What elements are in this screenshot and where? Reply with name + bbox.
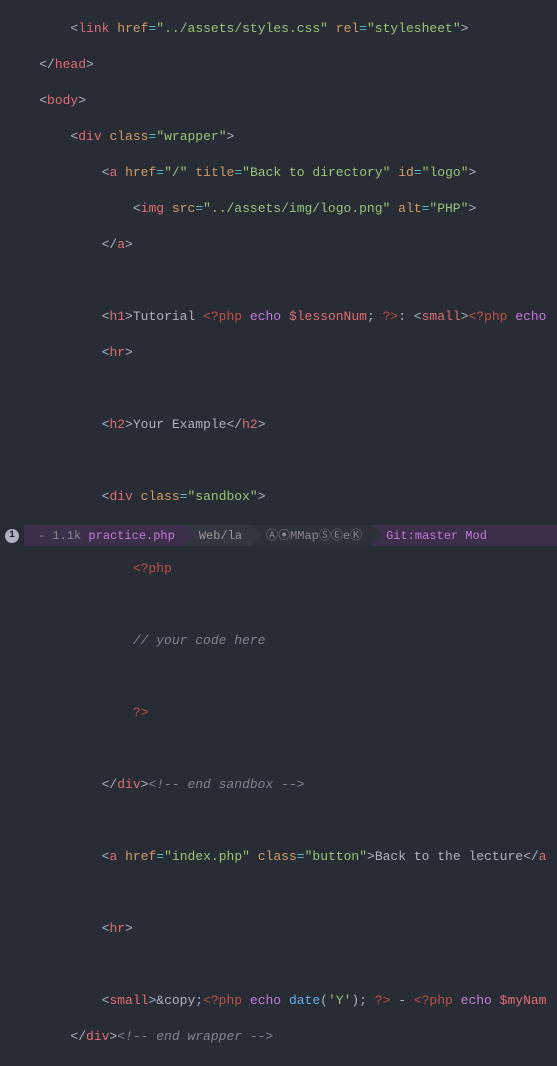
code-line: </div><!-- end sandbox --> [0, 776, 557, 794]
code-line: <img src="../assets/img/logo.png" alt="P… [0, 200, 557, 218]
status-bar: 1 - 1.1k practice.php Web/la Ⓐ⦿MMapⓈⒺeⓀ … [0, 525, 557, 546]
code-line: <body> [0, 92, 557, 110]
code-line: <div class="sandbox"> [0, 488, 557, 506]
code-line: <hr> [0, 920, 557, 938]
code-line [0, 812, 557, 830]
code-line: <a href="index.php" class="button">Back … [0, 848, 557, 866]
code-line: ?> [0, 704, 557, 722]
code-line [0, 452, 557, 470]
git-text: Git:master Mod [386, 527, 487, 545]
code-line: <hr> [0, 344, 557, 362]
code-line: <small>&copy;<?php echo date('Y'); ?> - … [0, 992, 557, 1010]
code-line: <h1>Tutorial <?php echo $lessonNum; ?>: … [0, 308, 557, 326]
code-line: // your code here [0, 632, 557, 650]
file-size: - 1.1k [38, 527, 81, 545]
mode-text: Ⓐ⦿MMapⓈⒺeⓀ [266, 527, 362, 545]
code-line: <?php [0, 560, 557, 578]
code-line: <a href="/" title="Back to directory" id… [0, 164, 557, 182]
code-line [0, 668, 557, 686]
code-line: <h2>Your Example</h2> [0, 416, 557, 434]
status-mode-segment[interactable]: Ⓐ⦿MMapⓈⒺeⓀ [252, 525, 372, 546]
code-line [0, 884, 557, 902]
status-git-segment[interactable]: Git:master Mod [372, 525, 557, 546]
code-line [0, 740, 557, 758]
status-badge[interactable]: 1 [0, 525, 24, 546]
code-line [0, 956, 557, 974]
code-line [0, 596, 557, 614]
status-path-segment[interactable]: Web/la [185, 525, 252, 546]
badge-count: 1 [5, 529, 19, 543]
file-name: practice.php [88, 527, 174, 545]
code-line: </head> [0, 56, 557, 74]
code-line: </div><!-- end wrapper --> [0, 1028, 557, 1046]
code-line [0, 380, 557, 398]
code-line: <div class="wrapper"> [0, 128, 557, 146]
code-line [0, 272, 557, 290]
status-file-segment[interactable]: - 1.1k practice.php [24, 525, 185, 546]
code-line: </a> [0, 236, 557, 254]
code-line: <link href="../assets/styles.css" rel="s… [0, 20, 557, 38]
path-text: Web/la [199, 527, 242, 545]
bottom-gutter [0, 546, 557, 558]
